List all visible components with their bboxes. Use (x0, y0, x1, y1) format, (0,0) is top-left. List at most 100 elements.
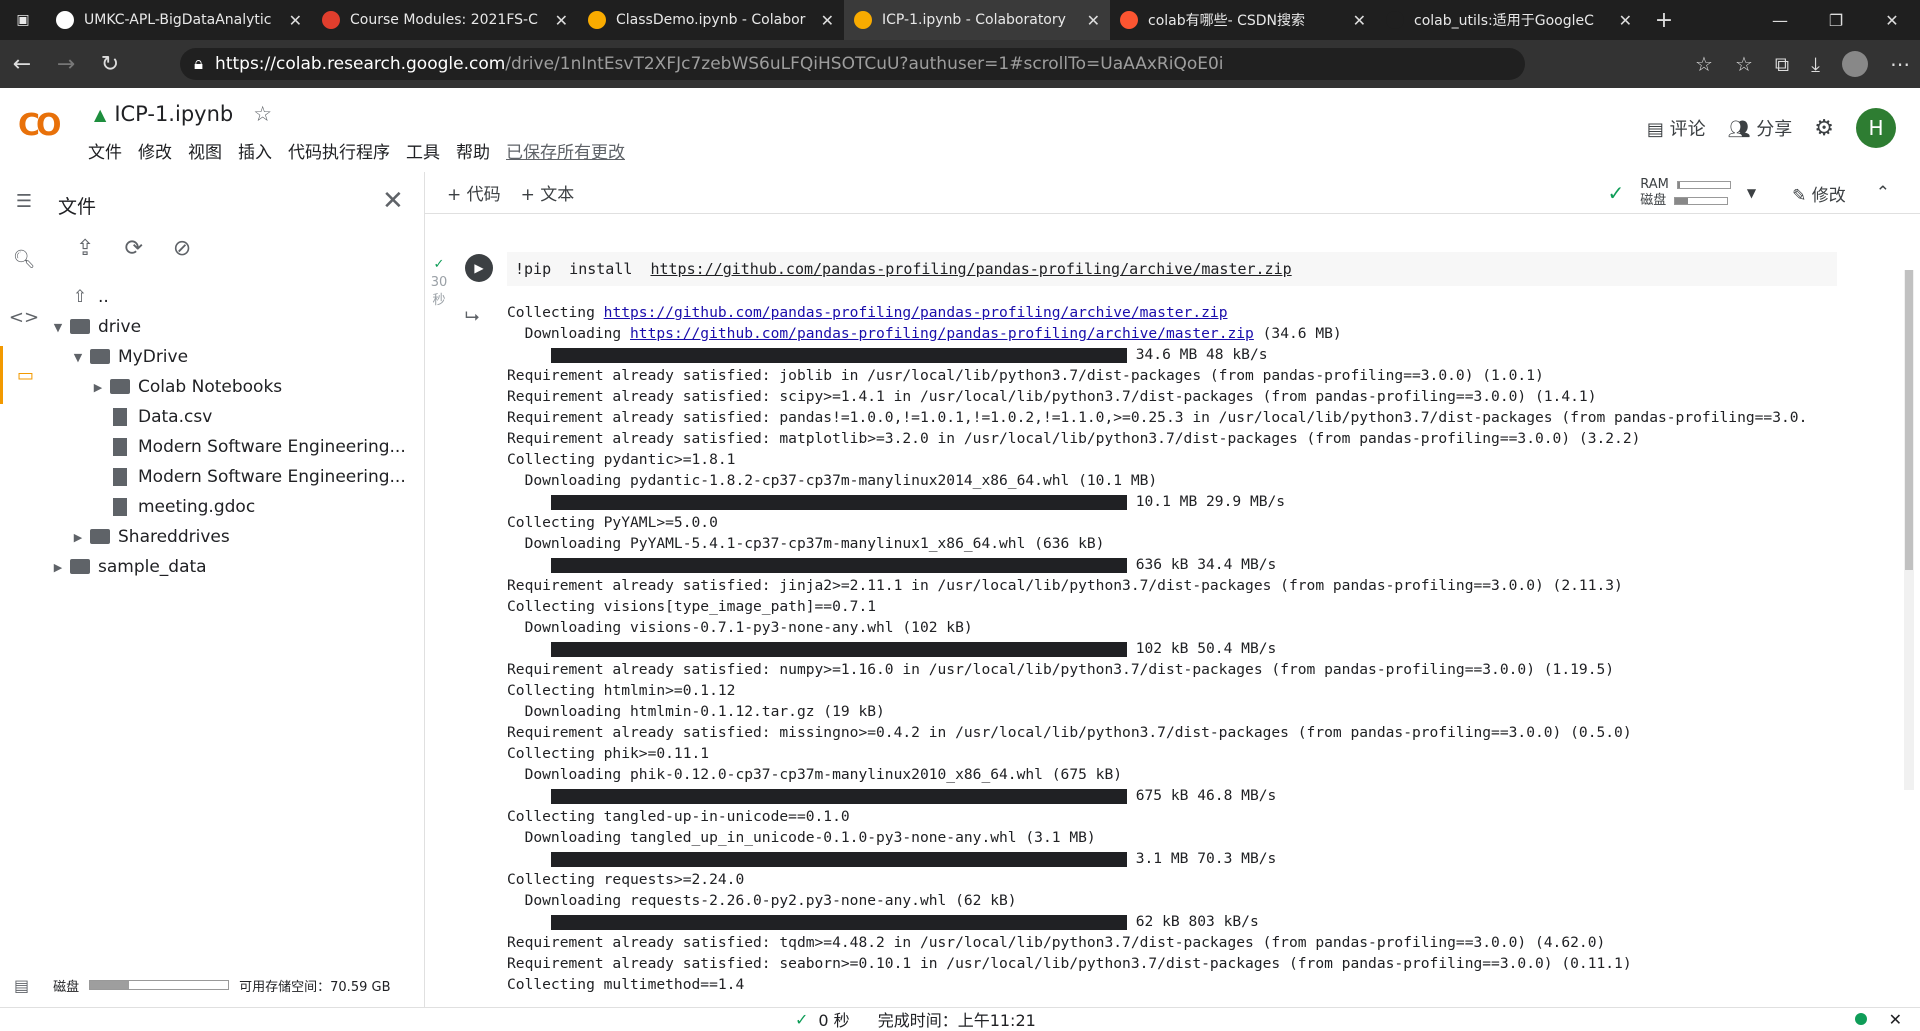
file-tree-item[interactable]: ▶ Colab Notebooks (48, 372, 418, 402)
saved-status-link[interactable]: 已保存所有更改 (506, 138, 625, 163)
add-code-button[interactable]: + 代码 (447, 180, 501, 205)
browser-tab[interactable]: ClassDemo.ipynb - Colabor ✕ (578, 0, 844, 40)
colab-logo[interactable]: CO (18, 108, 61, 143)
unmount-drive-icon[interactable]: ⊘ (173, 236, 191, 261)
file-tree-item[interactable]: ▼ drive (48, 312, 418, 342)
menu-item[interactable]: 文件 (88, 138, 122, 163)
menu-item[interactable]: 修改 (138, 138, 172, 163)
browser-actions: ☆ ☆ ⧉ ⤓ ⋯ (1695, 40, 1910, 88)
code-command: !pip install (515, 260, 651, 278)
close-window-icon[interactable]: ✕ (1864, 0, 1920, 40)
runtime-status: ✓ RAM 磁盘 ▼ ✎ 修改 ⌃ (1607, 172, 1890, 214)
share-button[interactable]: 👥︎ 分享 (1728, 115, 1793, 141)
toc-icon[interactable]: ☰ (0, 172, 48, 230)
menu-item[interactable]: 帮助 (456, 138, 490, 163)
downloads-icon[interactable]: ⤓ (1811, 52, 1820, 76)
colab-header: CO ▲ ICP-1.ipynb ☆ 文件 修改 视图 插入 代码执行程序 工具 帮助 已保存… (0, 88, 1920, 172)
chevron-right-icon[interactable]: ▶ (48, 561, 68, 574)
file-name: Colab Notebooks (138, 377, 283, 397)
output-text: Requirement already satisfied: numpy>=1.… (507, 661, 1615, 678)
terminal-icon[interactable]: ▤ (14, 976, 29, 995)
browser-tab[interactable]: UMKC-APL-BigDataAnalytic ✕ (46, 0, 312, 40)
file-name: .. (98, 287, 109, 307)
ram-bar (1676, 181, 1731, 189)
more-icon[interactable]: ⋯ (1890, 52, 1910, 76)
close-tab-icon[interactable]: ✕ (555, 11, 568, 30)
close-tab-icon[interactable]: ✕ (289, 11, 302, 30)
progress-bar (550, 347, 1127, 363)
output-link[interactable]: https://github.com/pandas-profiling/pand… (604, 304, 1228, 321)
file-tree-item[interactable]: Modern Software Engineering... (48, 432, 418, 462)
resource-meter[interactable]: RAM 磁盘 (1640, 177, 1731, 209)
progress-text: 675 kB 46.8 MB/s (1126, 787, 1277, 804)
minimize-icon[interactable]: — (1752, 0, 1808, 40)
code-url[interactable]: https://github.com/pandas-profiling/pand… (650, 260, 1291, 278)
output-line: Collecting htmlmin>=0.1.12 (507, 680, 1807, 701)
code-snippets-icon[interactable]: <> (0, 288, 48, 346)
favorites-icon[interactable]: ☆ (1735, 52, 1753, 76)
chevron-down-icon[interactable]: ▼ (1747, 186, 1756, 200)
output-text: Collecting (507, 304, 604, 321)
upload-icon[interactable]: ⇪ (76, 236, 94, 261)
chevron-down-icon[interactable]: ▼ (48, 321, 68, 334)
file-tree-item[interactable]: meeting.gdoc (48, 492, 418, 522)
back-icon[interactable]: ← (0, 40, 44, 88)
settings-icon[interactable]: ⚙ (1814, 116, 1834, 141)
menu-item[interactable]: 插入 (238, 138, 272, 163)
file-tree-item[interactable]: Modern Software Engineering... (48, 462, 418, 492)
avatar[interactable]: H (1856, 108, 1896, 148)
file-tree-item[interactable]: ⇧.. (48, 282, 418, 312)
add-text-button[interactable]: + 文本 (521, 180, 575, 205)
output-link[interactable]: https://github.com/pandas-profiling/pand… (630, 325, 1254, 342)
file-icon (108, 436, 132, 459)
tab-title: colab有哪些- CSDN搜索 (1148, 13, 1306, 29)
browser-tab[interactable]: colab有哪些- CSDN搜索 ✕ (1110, 0, 1376, 40)
add-favorite-icon[interactable]: ☆ (1695, 52, 1713, 76)
file-tree-item[interactable]: ▶ sample_data (48, 552, 418, 582)
close-icon[interactable]: ✕ (382, 186, 404, 216)
menu-item[interactable]: 工具 (406, 138, 440, 163)
close-tab-icon[interactable]: ✕ (1087, 11, 1100, 30)
browser-tab[interactable]: ICP-1.ipynb - Colaboratory ✕ (844, 0, 1110, 40)
collections-icon[interactable]: ⧉ (1775, 52, 1789, 76)
search-icon[interactable]: 🔍︎ (0, 230, 48, 288)
output-actions-icon[interactable]: ⮡ (465, 306, 479, 327)
close-tab-icon[interactable]: ✕ (1619, 11, 1632, 30)
menu-item[interactable]: 代码执行程序 (288, 138, 390, 163)
runtime-connected-icon (1854, 1013, 1867, 1025)
collapse-icon[interactable]: ⌃ (1876, 183, 1890, 203)
profile-icon[interactable] (1842, 51, 1868, 77)
files-icon[interactable]: ▭ (0, 346, 48, 404)
reload-icon[interactable]: ↻ (88, 40, 132, 88)
code-editor[interactable]: !pip install https://github.com/pandas-p… (507, 252, 1837, 286)
file-tree-item[interactable]: ▼ MyDrive (48, 342, 418, 372)
window-menu-icon[interactable]: ▣ (0, 0, 46, 40)
comment-button[interactable]: ▤ 评论 (1647, 115, 1706, 141)
colab-icon (588, 11, 606, 29)
file-tree-item[interactable]: ▶ Shareddrives (48, 522, 418, 552)
close-status-icon[interactable]: ✕ (1889, 1010, 1902, 1029)
output-text: Collecting htmlmin>=0.1.12 (507, 682, 736, 699)
refresh-folder-icon[interactable]: ⟳ (124, 236, 142, 261)
notebook-name[interactable]: ICP-1.ipynb (114, 102, 233, 126)
output-line: Downloading pydantic-1.8.2-cp37-cp37m-ma… (507, 470, 1807, 491)
file-tree-item[interactable]: Data.csv (48, 402, 418, 432)
browser-tab[interactable]: Course Modules: 2021FS-C ✕ (312, 0, 578, 40)
run-cell-button[interactable]: ▶ (465, 254, 493, 282)
file-name: Modern Software Engineering... (138, 467, 406, 487)
chevron-right-icon[interactable]: ▶ (88, 381, 108, 394)
close-tab-icon[interactable]: ✕ (821, 11, 834, 30)
chevron-right-icon[interactable]: ▶ (68, 531, 88, 544)
edit-button[interactable]: ✎ 修改 (1792, 181, 1846, 206)
new-tab-button[interactable]: + (1642, 8, 1686, 33)
forward-icon[interactable]: → (44, 40, 88, 88)
close-tab-icon[interactable]: ✕ (1353, 11, 1366, 30)
chevron-down-icon[interactable]: ▼ (68, 351, 88, 364)
maximize-icon[interactable]: ❐ (1808, 0, 1864, 40)
menu-item[interactable]: 视图 (188, 138, 222, 163)
browser-tab[interactable]: colab_utils:适用于GoogleC ✕ (1376, 0, 1642, 40)
url-input[interactable]: 🔒︎ https://colab.research.google.com/dri… (180, 48, 1525, 80)
ram-label: RAM (1640, 177, 1669, 192)
output-scrollbar[interactable] (1904, 270, 1914, 790)
star-icon[interactable]: ☆ (253, 102, 272, 126)
